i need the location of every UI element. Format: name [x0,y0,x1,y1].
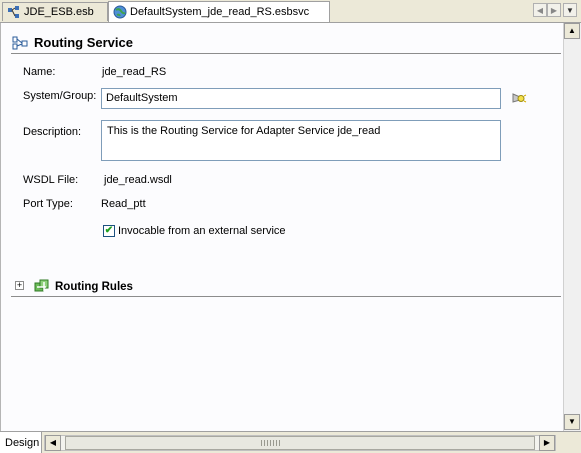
arrow-right-icon: ▶ [543,438,551,447]
description-field[interactable]: This is the Routing Service for Adapter … [101,120,501,161]
tab-scroll-right-button[interactable]: ▶ [547,3,561,17]
port-type-label: Port Type: [23,198,73,210]
check-icon: ✔ [104,225,114,236]
horizontal-scroll-thumb[interactable] [65,436,535,450]
wsdl-file-label: WSDL File: [23,174,79,186]
grip-icon [261,440,281,446]
arrow-up-icon: ▲ [568,26,576,35]
routing-rules-divider [11,296,561,297]
routing-rules-icon [34,279,50,296]
wsdl-file-value: jde_read.wsdl [104,174,172,186]
scroll-up-button[interactable]: ▲ [564,23,580,39]
globe-icon [113,5,127,19]
tab-design[interactable]: Design [0,432,42,453]
arrow-left-icon: ◀ [536,6,544,15]
chevron-down-icon: ▼ [566,6,574,15]
invocable-checkbox[interactable]: ✔ [103,225,115,237]
vertical-scrollbar[interactable]: ▲ ▼ [563,23,581,431]
port-type-value: Read_ptt [101,198,146,210]
routing-rules-title: Routing Rules [55,281,133,293]
flashlight-browse-icon[interactable] [511,91,527,108]
scroll-right-button[interactable]: ▶ [539,435,555,451]
editor-tab-bar: JDE_ESB.esb DefaultSystem_jde_read_RS.es… [0,0,581,23]
tab-defaultsystem-esbsvc[interactable]: DefaultSystem_jde_read_RS.esbsvc [108,1,330,22]
description-label: Description: [23,126,82,138]
routing-service-icon [12,35,28,54]
invocable-label[interactable]: Invocable from an external service [118,225,286,237]
scroll-down-button[interactable]: ▼ [564,414,580,430]
plus-icon: + [16,280,23,290]
arrow-down-icon: ▼ [568,417,576,426]
bottom-bar: Design ◀ ▶ [0,431,581,453]
tab-label: DefaultSystem_jde_read_RS.esbsvc [130,6,310,18]
horizontal-scrollbar[interactable]: ◀ ▶ [44,435,556,451]
routing-service-title: Routing Service [34,35,133,50]
section-divider [11,53,561,54]
arrow-right-icon: ▶ [550,6,558,15]
scroll-left-button[interactable]: ◀ [45,435,61,451]
name-value: jde_read_RS [102,66,167,78]
tab-label: JDE_ESB.esb [24,6,94,18]
routing-rules-expand-toggle[interactable]: + [15,281,24,290]
system-group-field[interactable]: DefaultSystem [101,88,501,109]
tab-jde-esb[interactable]: JDE_ESB.esb [2,2,108,21]
system-group-label: System/Group: [23,90,97,102]
routing-service-editor: Routing Service Name: jde_read_RS System… [0,23,563,431]
name-label: Name: [23,66,56,78]
tab-list-dropdown-button[interactable]: ▼ [563,3,577,17]
arrow-left-icon: ◀ [49,438,57,447]
tab-scroll-left-button[interactable]: ◀ [533,3,547,17]
esb-file-icon [7,5,21,19]
